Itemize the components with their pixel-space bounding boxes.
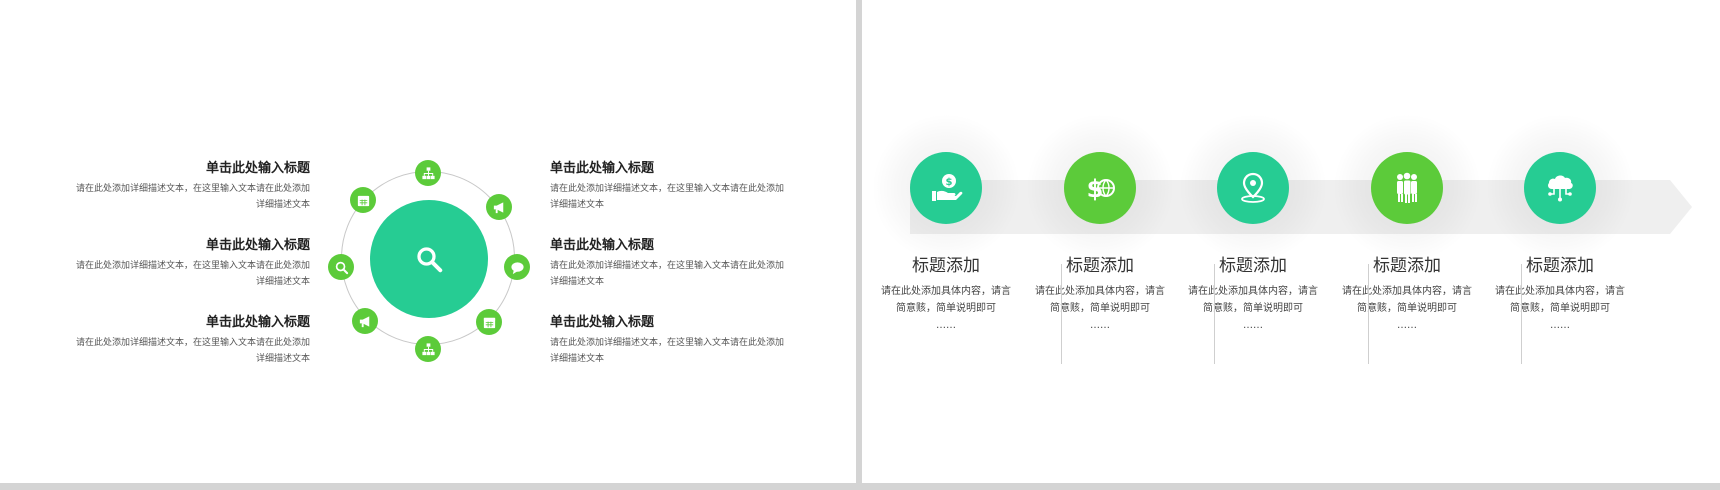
step-title: 标题添加: [1526, 256, 1594, 276]
item-title: 单击此处输入标题: [205, 315, 310, 330]
cloud-network-icon: [1548, 175, 1573, 202]
item-desc-line: 请在此处添加详细描述文本，在这里输入文本请在此处添加: [75, 261, 310, 271]
step-desc-line: 请在此处添加具体内容，请言: [1342, 286, 1472, 297]
left-item-3: 单击此处输入标题 请在此处添加详细描述文本，在这里输入文本请在此处添加 详细描述…: [65, 314, 310, 367]
item-desc-line: 请在此处添加详细描述文本，在这里输入文本请在此处添加: [550, 261, 785, 271]
megaphone-icon: [359, 315, 369, 327]
search-icon: [335, 261, 348, 274]
step-2-circle: $: [1064, 152, 1136, 224]
step-desc: 请在此处添加具体内容，请言 简意赅，简单说明即可 ……: [1340, 283, 1474, 334]
item-desc-line: 请在此处添加详细描述文本，在这里输入文本请在此处添加: [75, 184, 310, 194]
step-separator: [1214, 264, 1215, 364]
item-desc: 请在此处添加详细描述文本，在这里输入文本请在此处添加 详细描述文本: [550, 335, 795, 367]
step-desc: 请在此处添加具体内容，请言 简意赅，简单说明即可 ……: [1033, 283, 1167, 334]
calendar-icon: [483, 317, 495, 328]
item-desc-line: 详细描述文本: [255, 354, 310, 364]
step-desc-line: 简意赅，简单说明即可: [1357, 303, 1457, 314]
step-desc-line: 请在此处添加具体内容，请言: [1035, 286, 1165, 297]
item-title: 单击此处输入标题: [205, 161, 310, 176]
step-desc: 请在此处添加具体内容，请言 简意赅，简单说明即可 ……: [879, 283, 1013, 334]
left-item-2: 单击此处输入标题 请在此处添加详细描述文本，在这里输入文本请在此处添加 详细描述…: [65, 237, 310, 290]
step-desc-line: 简意赅，简单说明即可: [1510, 303, 1610, 314]
item-title: 单击此处输入标题: [205, 238, 310, 253]
item-desc-line: 详细描述文本: [255, 277, 310, 287]
step-desc: 请在此处添加具体内容，请言 简意赅，简单说明即可 ……: [1493, 283, 1627, 334]
step-desc-line: ……: [1550, 320, 1570, 331]
team-icon: [1397, 172, 1417, 203]
center-search-circle: [370, 200, 488, 318]
hand-dollar-icon: $: [932, 174, 963, 201]
step-desc-line: ……: [1243, 320, 1263, 331]
step-title: 标题添加: [912, 256, 980, 276]
item-desc-line: 详细描述文本: [550, 277, 605, 287]
megaphone-icon: [493, 201, 503, 213]
item-desc: 请在此处添加详细描述文本，在这里输入文本请在此处添加 详细描述文本: [65, 258, 310, 290]
step-5-circle: [1524, 152, 1596, 224]
item-desc: 请在此处添加详细描述文本，在这里输入文本请在此处添加 详细描述文本: [65, 335, 310, 367]
satellite-calendar-left: [350, 187, 376, 213]
step-desc-line: 请在此处添加具体内容，请言: [1188, 286, 1318, 297]
step-desc-line: 简意赅，简单说明即可: [1203, 303, 1303, 314]
item-desc-line: 请在此处添加详细描述文本，在这里输入文本请在此处添加: [550, 184, 785, 194]
step-desc-line: 请在此处添加具体内容，请言: [1495, 286, 1625, 297]
step-title: 标题添加: [1219, 256, 1287, 276]
step-separator: [1061, 264, 1062, 364]
step-separator: [1368, 264, 1369, 364]
timeline-arrow-head: [1670, 180, 1692, 234]
calendar-icon: [357, 195, 369, 206]
step-title: 标题添加: [1373, 256, 1441, 276]
step-desc-line: ……: [1397, 320, 1417, 331]
dollar-globe-icon: $: [1087, 175, 1115, 203]
step-desc-line: ……: [1090, 320, 1110, 331]
right-item-3: 单击此处输入标题 请在此处添加详细描述文本，在这里输入文本请在此处添加 详细描述…: [550, 314, 795, 367]
left-item-1: 单击此处输入标题 请在此处添加详细描述文本，在这里输入文本请在此处添加 详细描述…: [65, 160, 310, 213]
right-item-1: 单击此处输入标题 请在此处添加详细描述文本，在这里输入文本请在此处添加 详细描述…: [550, 160, 795, 213]
location-pin-icon: [1241, 172, 1265, 203]
item-title: 单击此处输入标题: [550, 315, 655, 330]
item-desc-line: 详细描述文本: [255, 200, 310, 210]
step-4-circle: [1371, 152, 1443, 224]
satellite-megaphone-left: [352, 308, 378, 334]
item-desc-line: 请在此处添加详细描述文本，在这里输入文本请在此处添加: [550, 338, 785, 348]
item-desc-line: 请在此处添加详细描述文本，在这里输入文本请在此处添加: [75, 338, 310, 348]
item-desc: 请在此处添加详细描述文本，在这里输入文本请在此处添加 详细描述文本: [550, 258, 795, 290]
chat-bubble-icon: [510, 261, 524, 274]
step-desc-line: ……: [936, 320, 956, 331]
item-title: 单击此处输入标题: [550, 161, 655, 176]
step-desc: 请在此处添加具体内容，请言 简意赅，简单说明即可 ……: [1186, 283, 1320, 334]
item-desc: 请在此处添加详细描述文本，在这里输入文本请在此处添加 详细描述文本: [550, 181, 795, 213]
satellite-search: [328, 254, 354, 280]
step-desc-line: 简意赅，简单说明即可: [1050, 303, 1150, 314]
step-1-circle: $: [910, 152, 982, 224]
satellite-org-chart-bottom: [415, 336, 441, 362]
step-desc-line: 简意赅，简单说明即可: [896, 303, 996, 314]
step-title: 标题添加: [1066, 256, 1134, 276]
item-desc-line: 详细描述文本: [550, 354, 605, 364]
org-chart-icon: [421, 166, 435, 179]
step-3-circle: [1217, 152, 1289, 224]
satellite-calendar: [476, 309, 502, 335]
satellite-org-chart: [415, 160, 441, 186]
slide-right: $ 标题添加 请在此处添加具体内容，请言 简意赅，简单说明即可 …… $ 标题添…: [862, 0, 1720, 483]
svg-text:$: $: [946, 177, 953, 188]
slide-left: 单击此处输入标题 请在此处添加详细描述文本，在这里输入文本请在此处添加 详细描述…: [0, 0, 856, 483]
search-icon: [417, 247, 443, 273]
step-desc-line: 请在此处添加具体内容，请言: [881, 286, 1011, 297]
step-separator: [1521, 264, 1522, 364]
right-item-2: 单击此处输入标题 请在此处添加详细描述文本，在这里输入文本请在此处添加 详细描述…: [550, 237, 795, 290]
svg-text:$: $: [1087, 175, 1104, 203]
item-desc: 请在此处添加详细描述文本，在这里输入文本请在此处添加 详细描述文本: [65, 181, 310, 213]
satellite-megaphone: [486, 194, 512, 220]
satellite-chat: [504, 254, 530, 280]
org-chart-icon: [421, 342, 435, 355]
item-title: 单击此处输入标题: [550, 238, 655, 253]
item-desc-line: 详细描述文本: [550, 200, 605, 210]
